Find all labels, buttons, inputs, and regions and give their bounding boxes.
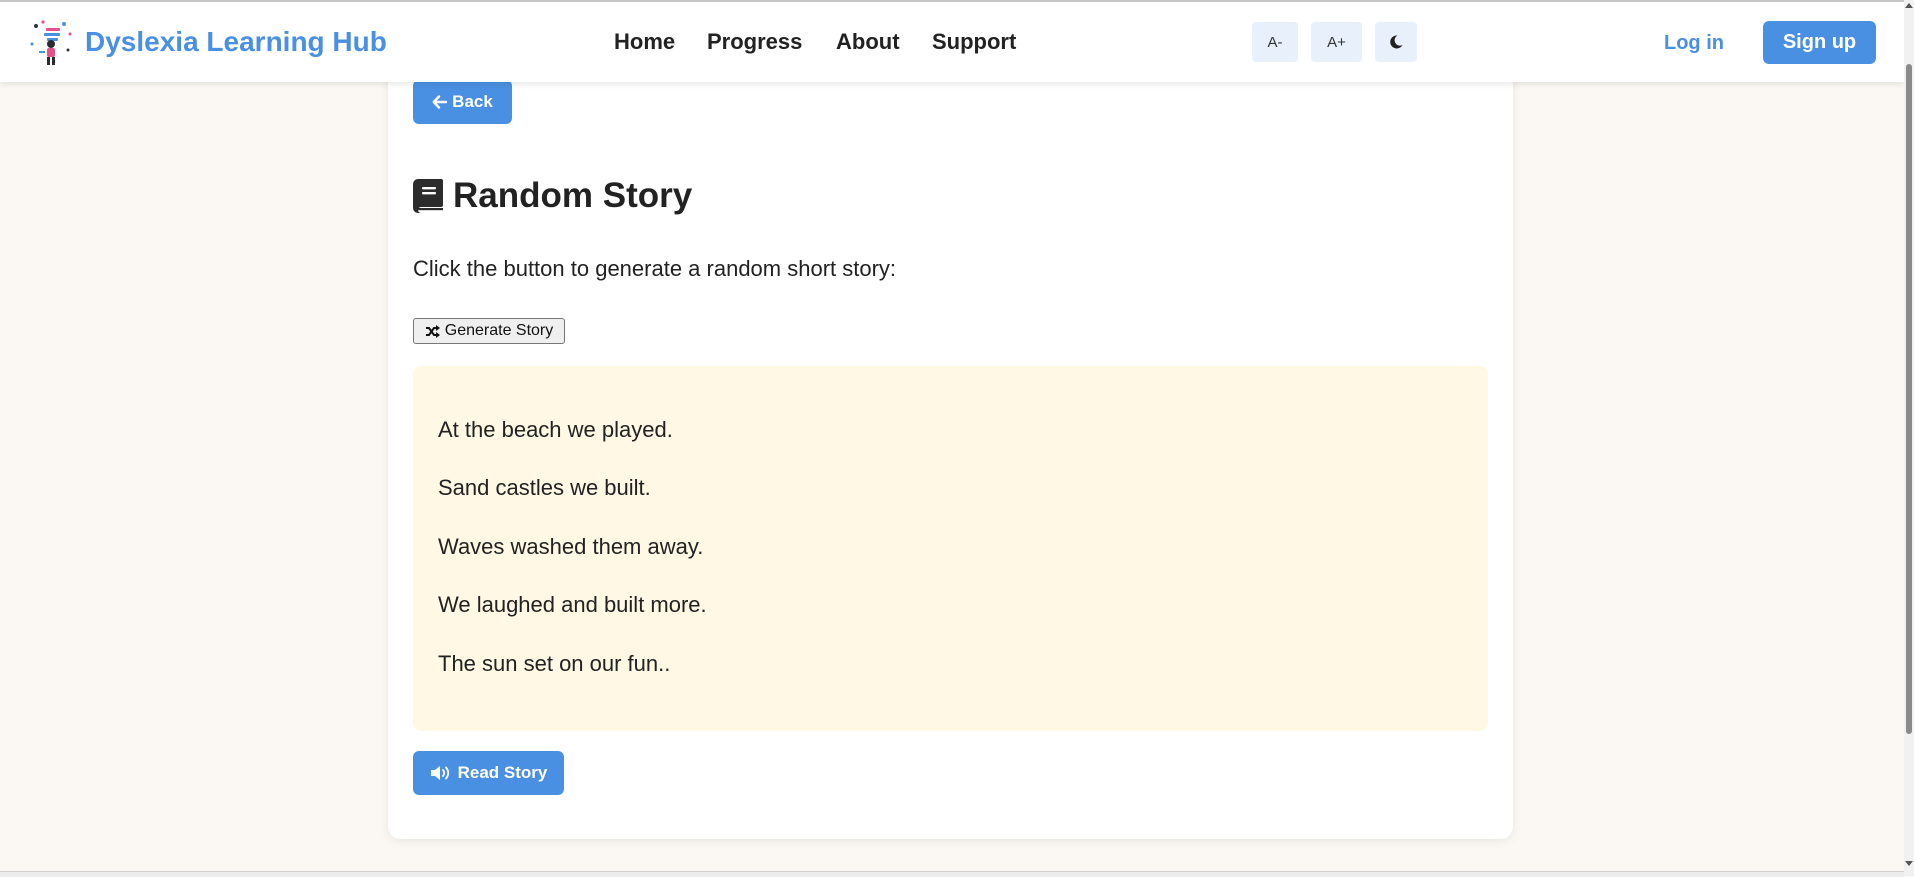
read-story-button[interactable]: Read Story — [413, 751, 564, 795]
nav-home-link[interactable]: Home — [614, 29, 675, 55]
story-line: Sand castles we built. — [438, 475, 651, 500]
story-box: At the beach we played. Sand castles we … — [413, 366, 1488, 731]
vertical-scrollbar[interactable] — [1904, 0, 1914, 876]
nav-support-link[interactable]: Support — [932, 29, 1016, 55]
volume-icon — [430, 766, 449, 780]
back-button[interactable]: Back — [413, 80, 512, 124]
story-line: We laughed and built more. — [438, 592, 707, 617]
moon-icon — [1390, 35, 1403, 49]
book-icon — [413, 179, 443, 213]
nav-progress-link[interactable]: Progress — [707, 29, 802, 55]
story-line: Waves washed them away. — [438, 534, 704, 559]
brand-name[interactable]: Dyslexia Learning Hub — [85, 26, 387, 58]
arrow-left-icon — [432, 95, 448, 109]
logo-icon[interactable] — [26, 17, 74, 67]
scroll-up-arrow-icon[interactable] — [1905, 3, 1913, 8]
instructions-text: Click the button to generate a random sh… — [413, 256, 897, 281]
navbar: Dyslexia Learning Hub Home Progress Abou… — [0, 2, 1904, 82]
shuffle-icon — [425, 324, 440, 338]
window-bottom-border — [0, 871, 1904, 877]
decrease-font-button[interactable]: A- — [1252, 22, 1298, 62]
increase-font-button[interactable]: A+ — [1311, 22, 1362, 62]
login-link[interactable]: Log in — [1664, 32, 1724, 55]
page-title-text: Random Story — [453, 176, 693, 215]
read-story-label: Read Story — [457, 763, 548, 782]
generate-story-button[interactable]: Generate Story — [413, 318, 565, 344]
signup-button[interactable]: Sign up — [1763, 21, 1876, 64]
story-line: The sun set on our fun.. — [438, 651, 671, 676]
nav-about-link[interactable]: About — [836, 29, 900, 55]
story-line: At the beach we played. — [438, 417, 673, 442]
scroll-down-arrow-icon[interactable] — [1905, 861, 1913, 866]
back-button-label: Back — [452, 92, 493, 111]
generate-story-label: Generate Story — [444, 322, 554, 339]
page-title: Random Story — [413, 176, 692, 216]
dark-mode-button[interactable] — [1375, 22, 1417, 62]
scrollbar-thumb[interactable] — [1906, 64, 1912, 734]
